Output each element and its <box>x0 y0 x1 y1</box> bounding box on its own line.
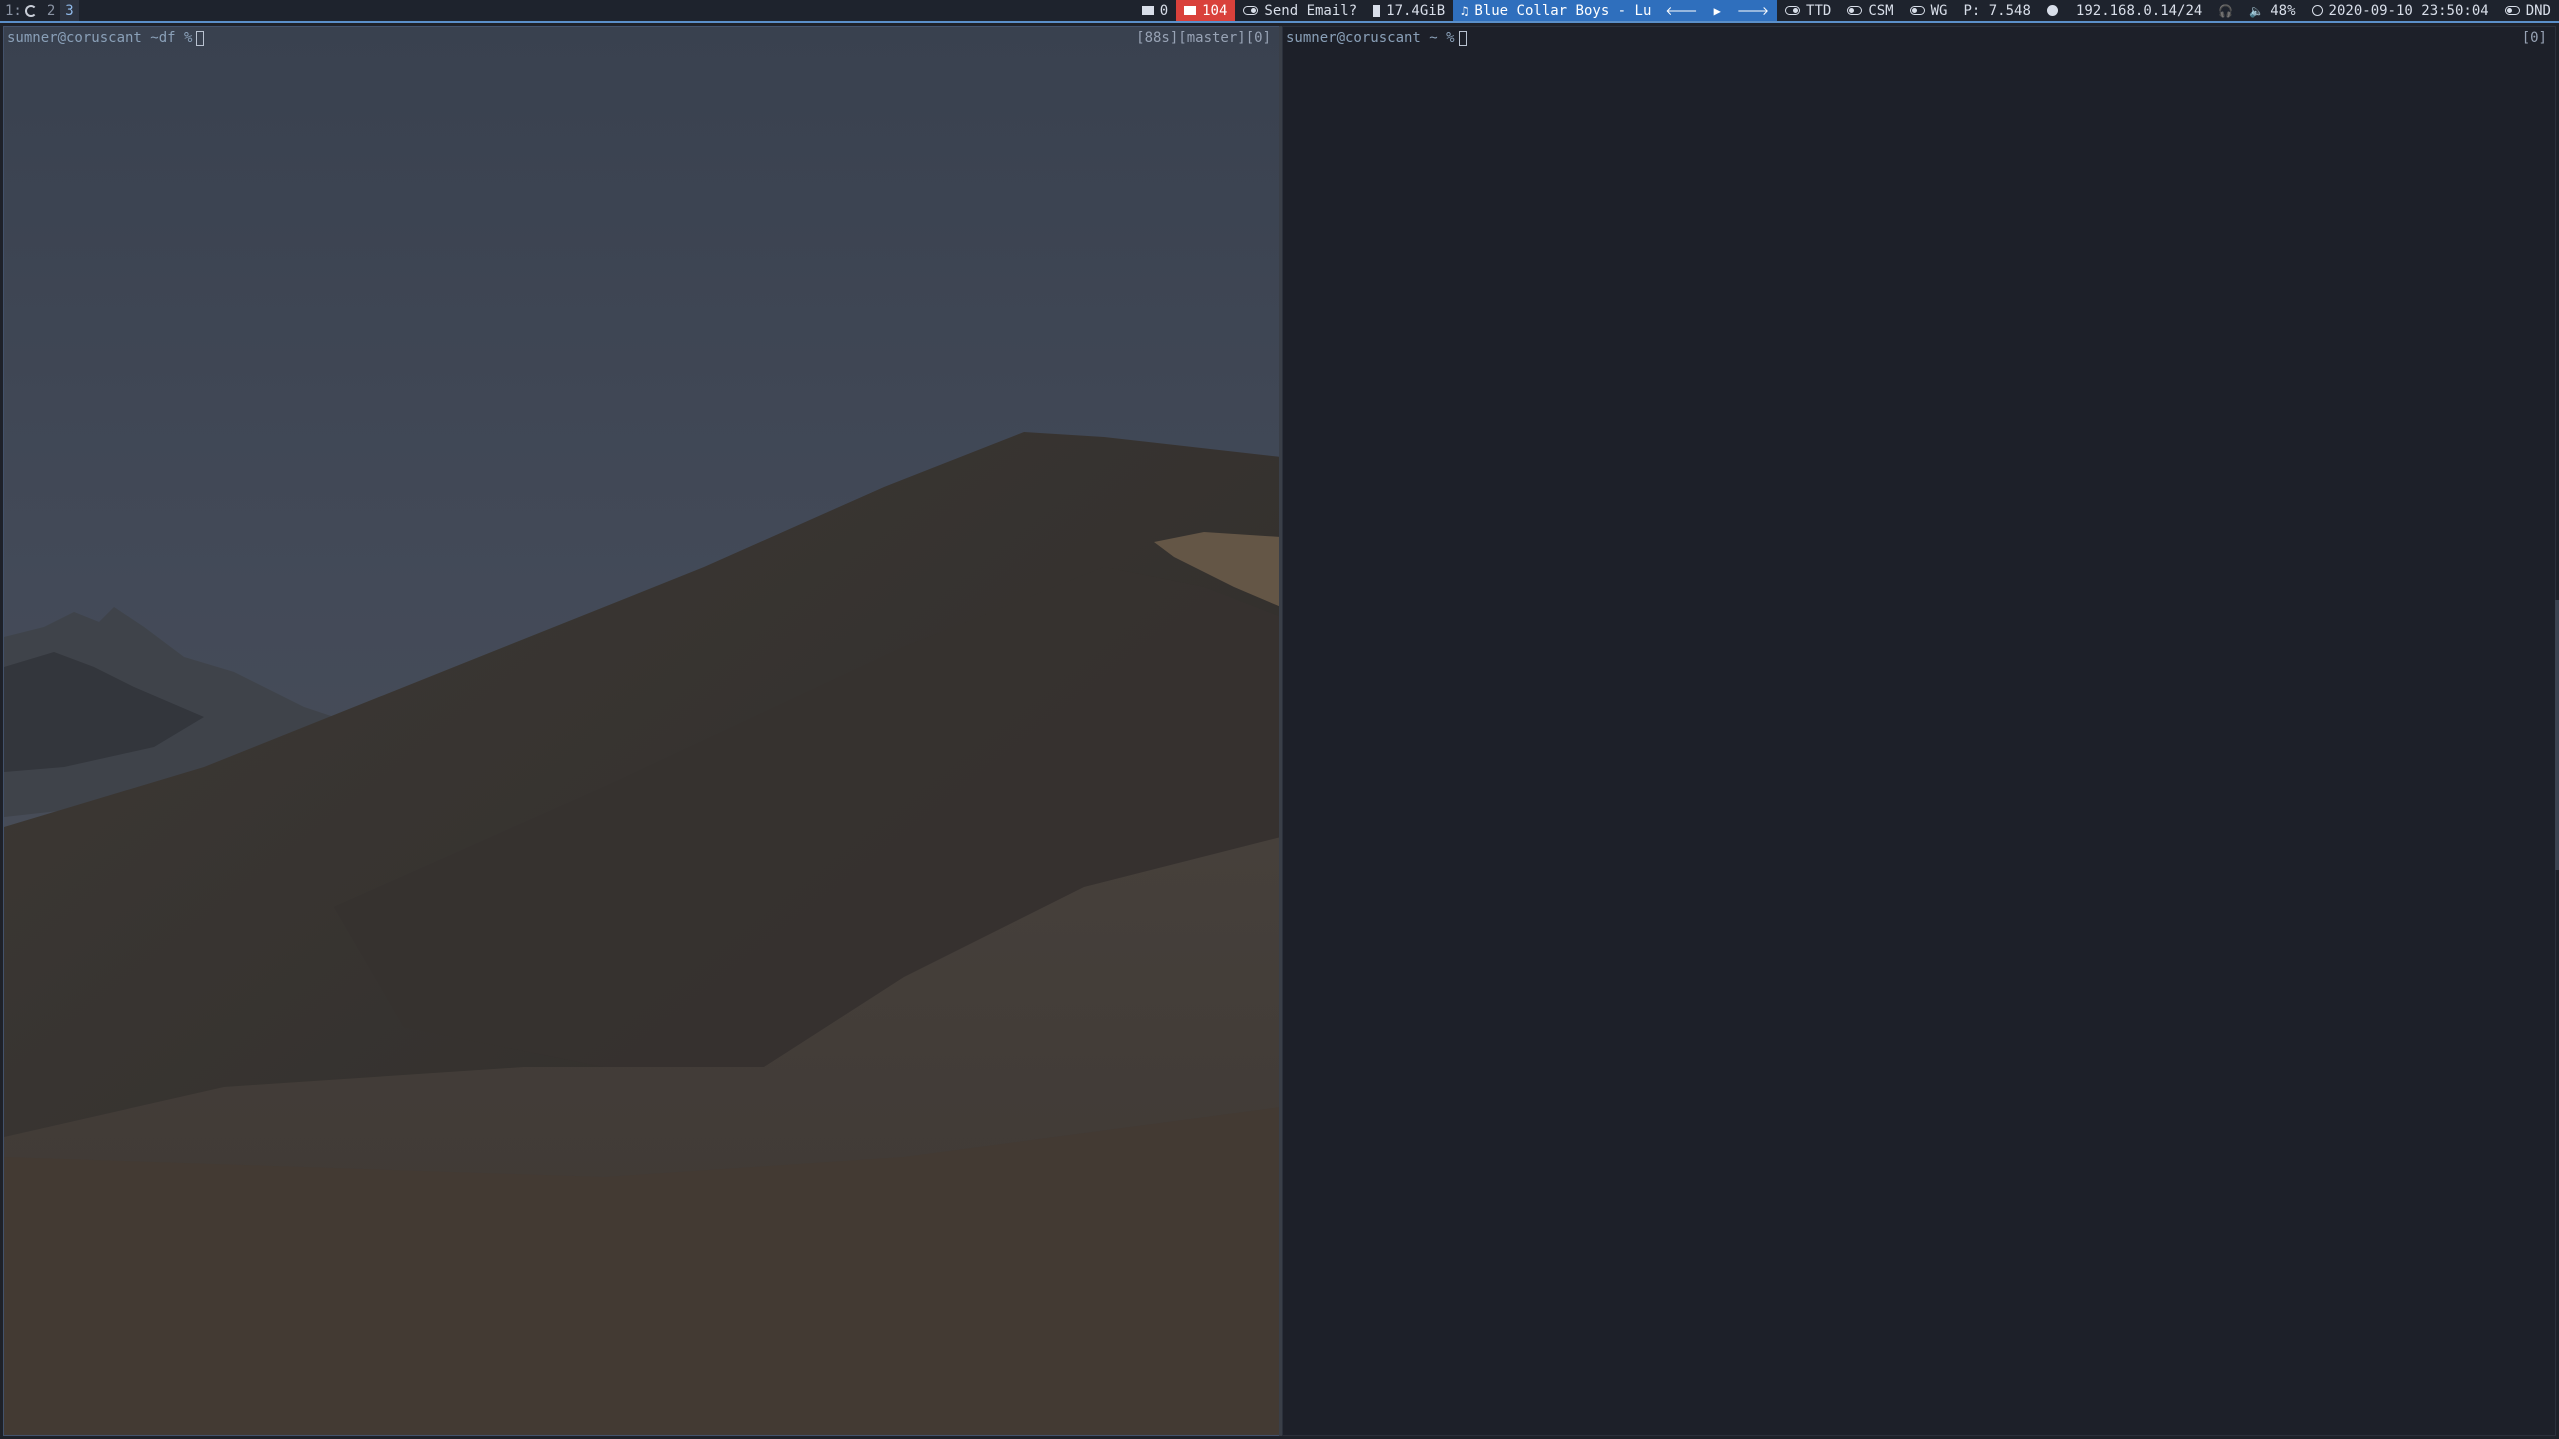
headphones-block[interactable]: 🎧 <box>2210 0 2241 21</box>
csm-block[interactable]: CSM <box>1839 0 1901 21</box>
next-track-icon[interactable]: 🡒 <box>1737 5 1769 17</box>
right-terminal-prompt: sumner@coruscant ~ % <box>1286 30 1455 46</box>
right-terminal-status: [0] <box>2521 30 2547 46</box>
left-terminal-prompt: sumner@coruscant ~df % <box>7 30 193 46</box>
csm-toggle-icon <box>1847 6 1863 15</box>
mail-block[interactable]: 0 <box>1134 0 1176 21</box>
ttd-label: TTD <box>1806 2 1832 19</box>
mail-alert-block[interactable]: 104 <box>1176 0 1236 21</box>
workspace-switcher: 1: 2 3 <box>0 0 79 21</box>
wg-block[interactable]: WG <box>1902 0 1956 21</box>
status-blocks: 0 104 Send Email? 17.4GiB ♫ Blue Collar … <box>1134 0 2559 21</box>
disk-value: 17.4GiB <box>1386 2 1446 19</box>
disk-block: 17.4GiB <box>1365 0 1453 21</box>
wg-label: WG <box>1930 2 1948 19</box>
toggle-icon <box>1243 6 1259 15</box>
headphones-icon: 🎧 <box>2218 3 2234 18</box>
wg-toggle-icon <box>1909 6 1925 15</box>
firefox-icon <box>24 4 37 17</box>
right-terminal-prompt-line[interactable]: sumner@coruscant ~ % <box>1286 30 1467 46</box>
ip-address: 192.168.0.14/24 <box>2075 2 2203 19</box>
dnd-block[interactable]: DND <box>2497 0 2559 21</box>
left-terminal-pane[interactable]: sumner@coruscant ~df % [88s][master][0] <box>3 26 1280 1436</box>
volume-block[interactable]: 🔈 48% <box>2241 0 2303 21</box>
network-block: 192.168.0.14/24 <box>2039 0 2210 21</box>
music-track: Blue Collar Boys - Lu <box>1474 2 1652 19</box>
csm-label: CSM <box>1868 2 1894 19</box>
clock-icon <box>2311 5 2323 16</box>
scroll-indicator <box>2555 600 2559 870</box>
mail-alert-icon <box>1184 6 1197 15</box>
mail-alert-count: 104 <box>1202 2 1228 19</box>
speaker-icon: 🔈 <box>2249 3 2265 18</box>
previous-track-icon[interactable]: 🡐 <box>1665 5 1697 17</box>
music-note-icon: ♫ <box>1461 3 1469 18</box>
clock-block: 2020-09-10 23:50:04 <box>2304 0 2497 21</box>
music-block[interactable]: ♫ Blue Collar Boys - Lu 🡐 ▶ 🡒 <box>1453 0 1778 21</box>
workspace-1-label: 1: <box>5 2 22 19</box>
right-terminal-cursor <box>1458 30 1467 46</box>
volume-value: 48% <box>2270 2 2296 19</box>
play-icon[interactable]: ▶ <box>1714 5 1721 17</box>
price-block: P: 7.548 <box>1955 0 2038 21</box>
disk-icon <box>1373 4 1381 17</box>
ttd-toggle-icon <box>1785 6 1801 15</box>
workspace-3[interactable]: 3 <box>60 0 79 21</box>
desert-dune-wallpaper <box>4 27 1279 1435</box>
dnd-toggle-icon <box>2504 6 2520 15</box>
mail-count: 0 <box>1159 2 1169 19</box>
dnd-label: DND <box>2525 2 2551 19</box>
left-terminal-prompt-line[interactable]: sumner@coruscant ~df % <box>7 30 205 46</box>
globe-icon <box>2046 5 2058 16</box>
workspace-1[interactable]: 1: <box>0 0 42 21</box>
workspace-2[interactable]: 2 <box>42 0 60 21</box>
price-value: P: 7.548 <box>1963 2 2031 19</box>
right-terminal-pane[interactable]: sumner@coruscant ~ % [0] <box>1282 26 2556 1436</box>
ttd-block[interactable]: TTD <box>1777 0 1839 21</box>
status-bar: 1: 2 3 0 104 Send Email? 17.4GiB ♫ Blue … <box>0 0 2559 23</box>
datetime: 2020-09-10 23:50:04 <box>2328 2 2489 19</box>
mail-icon <box>1141 6 1154 15</box>
left-terminal-cursor <box>196 30 205 46</box>
send-email-label: Send Email? <box>1264 2 1358 19</box>
left-terminal-status: [88s][master][0] <box>1136 30 1271 46</box>
send-email-block[interactable]: Send Email? <box>1235 0 1365 21</box>
